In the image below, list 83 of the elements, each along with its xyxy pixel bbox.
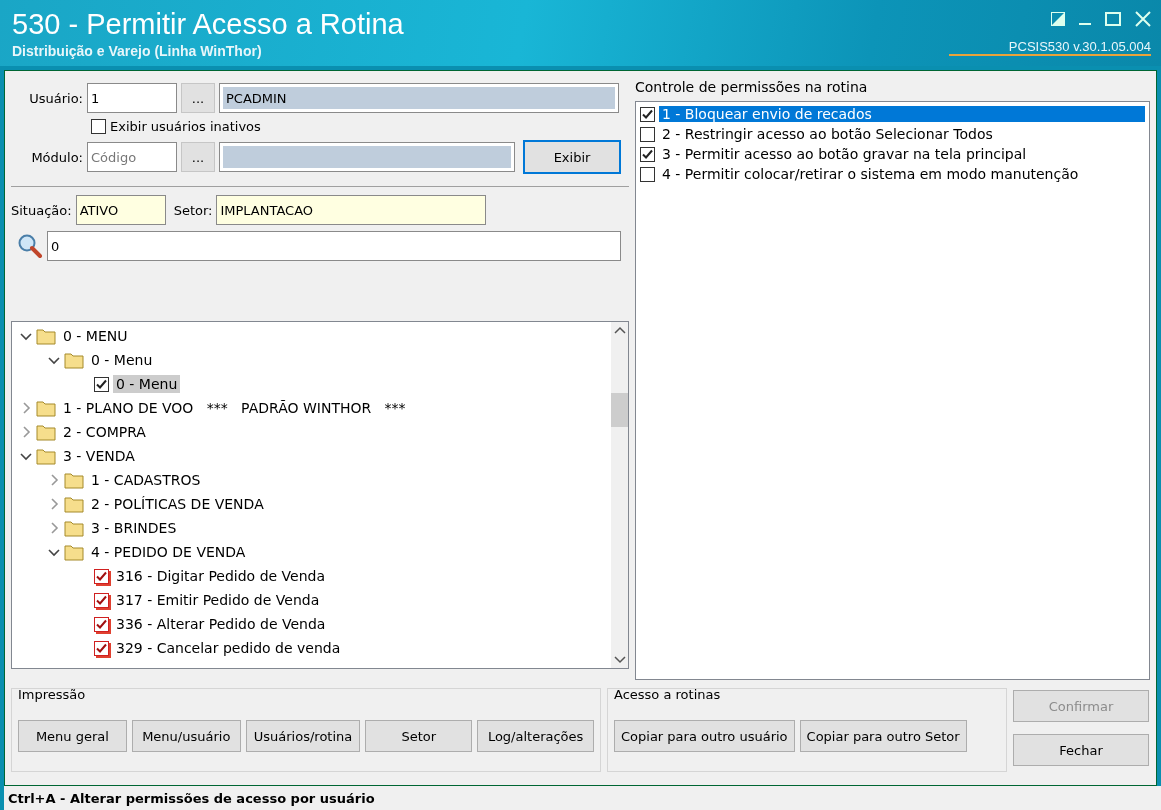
folder-icon [64, 351, 84, 369]
permission-item[interactable]: 3 - Permitir acesso ao botão gravar na tela principal [659, 146, 1030, 162]
print-button[interactable]: Menu/usuário [131, 720, 241, 752]
field-label: Situação: [11, 202, 72, 218]
tree-item[interactable]: 3 - BRINDES [88, 519, 180, 537]
permission-item[interactable]: 1 - Bloquear envio de recados [659, 106, 1145, 122]
version-label: PCSIS530 v.30.1.05.004 [948, 38, 1151, 56]
checkbox[interactable] [94, 592, 109, 608]
search-field[interactable]: 0 [47, 231, 621, 261]
chevron-down-icon[interactable] [20, 450, 32, 462]
tree-item[interactable]: 1 - PLANO DE VOO *** PADRÃO WINTHOR *** [60, 399, 409, 417]
group-title: Impressão [18, 687, 87, 702]
user-name-field: PCADMIN [219, 83, 619, 113]
folder-icon [36, 423, 56, 441]
permission-item[interactable]: 4 - Permitir colocar/retirar o sistema em modo manutenção [659, 166, 1082, 182]
scroll-down-icon[interactable] [613, 656, 626, 664]
chevron-right-icon[interactable] [48, 474, 60, 486]
tree-item[interactable]: 0 - MENU [60, 327, 131, 345]
permission-item[interactable]: 2 - Restringir acesso ao botão Selecionar Todos [659, 126, 996, 142]
checkbox[interactable] [94, 616, 109, 632]
browse-button[interactable]: ... [181, 142, 215, 172]
field-label: Setor: [173, 202, 213, 218]
chevron-right-icon[interactable] [20, 402, 32, 414]
chevron-right-icon[interactable] [48, 522, 60, 534]
tree-item[interactable]: 0 - Menu [88, 351, 156, 369]
chevron-down-icon[interactable] [20, 330, 32, 342]
folder-icon [64, 519, 84, 537]
tree-item[interactable]: 0 - Menu [113, 375, 181, 393]
close-icon[interactable] [1135, 10, 1151, 27]
module-code-field[interactable]: Código [87, 142, 177, 172]
copy-button[interactable]: Copiar para outro usuário [614, 720, 795, 752]
tree-item[interactable]: 336 - Alterar Pedido de Venda [113, 615, 329, 633]
checkbox[interactable] [91, 119, 106, 134]
action-button[interactable]: Fechar [1013, 734, 1149, 766]
window-subtitle: Distribuição e Varejo (Linha WinThor) [12, 42, 263, 59]
chevron-down-icon[interactable] [48, 354, 60, 366]
status-bar: Ctrl+A - Alterar permissões de acesso por usuário [4, 786, 1161, 810]
print-button[interactable]: Setor [365, 720, 473, 752]
folder-icon [36, 399, 56, 417]
sector-field: IMPLANTACAO [216, 195, 487, 225]
checkbox[interactable] [94, 640, 109, 656]
tree-item[interactable]: 317 - Emitir Pedido de Venda [113, 591, 323, 609]
tree-item[interactable]: 329 - Cancelar pedido de venda [113, 639, 344, 657]
scrollbar[interactable] [611, 322, 628, 668]
folder-icon [36, 327, 56, 345]
chevron-right-icon[interactable] [48, 498, 60, 510]
checkbox[interactable] [640, 106, 655, 122]
tree-item[interactable]: 3 - VENDA [60, 447, 138, 465]
tree-item[interactable]: 1 - CADASTROS [88, 471, 204, 489]
tree-item[interactable]: 316 - Digitar Pedido de Venda [113, 567, 329, 585]
maximize-icon[interactable] [1105, 11, 1121, 26]
checkbox[interactable] [640, 146, 655, 162]
checkbox[interactable] [640, 166, 655, 182]
chevron-right-icon[interactable] [20, 426, 32, 438]
restore-icon[interactable] [1051, 11, 1065, 26]
print-button[interactable]: Menu geral [18, 720, 127, 752]
scroll-up-icon[interactable] [613, 326, 626, 334]
print-button[interactable]: Usuários/rotina [245, 720, 361, 752]
show-button[interactable]: Exibir [523, 140, 621, 174]
tree-item[interactable]: 2 - COMPRA [60, 423, 149, 441]
field-label: Usuário: [28, 90, 83, 106]
panel-title: Controle de permissões na rotina [635, 79, 869, 95]
situation-field: ATIVO [75, 195, 166, 225]
browse-button[interactable]: ... [181, 83, 215, 113]
print-button[interactable]: Log/alterações [477, 720, 594, 752]
field-label: Módulo: [30, 149, 83, 165]
checkbox[interactable] [94, 376, 109, 392]
user-code-field[interactable]: 1 [87, 83, 177, 113]
checkbox-label: Exibir usuários inativos [110, 119, 261, 134]
scroll-thumb[interactable] [611, 393, 628, 427]
folder-icon [64, 471, 84, 489]
copy-button[interactable]: Copiar para outro Setor [799, 720, 967, 752]
folder-icon [64, 495, 84, 513]
tree-item[interactable]: 4 - PEDIDO DE VENDA [88, 543, 249, 561]
checkbox[interactable] [94, 568, 109, 584]
tree-item[interactable]: 2 - POLÍTICAS DE VENDA [88, 495, 267, 513]
window-title: 530 - Permitir Acesso a Rotina [12, 7, 404, 41]
checkbox[interactable] [640, 126, 655, 142]
folder-icon [64, 543, 84, 561]
search-icon [17, 233, 43, 259]
folder-icon [36, 447, 56, 465]
chevron-down-icon[interactable] [48, 546, 60, 558]
group-title: Acesso a rotinas [614, 687, 722, 702]
